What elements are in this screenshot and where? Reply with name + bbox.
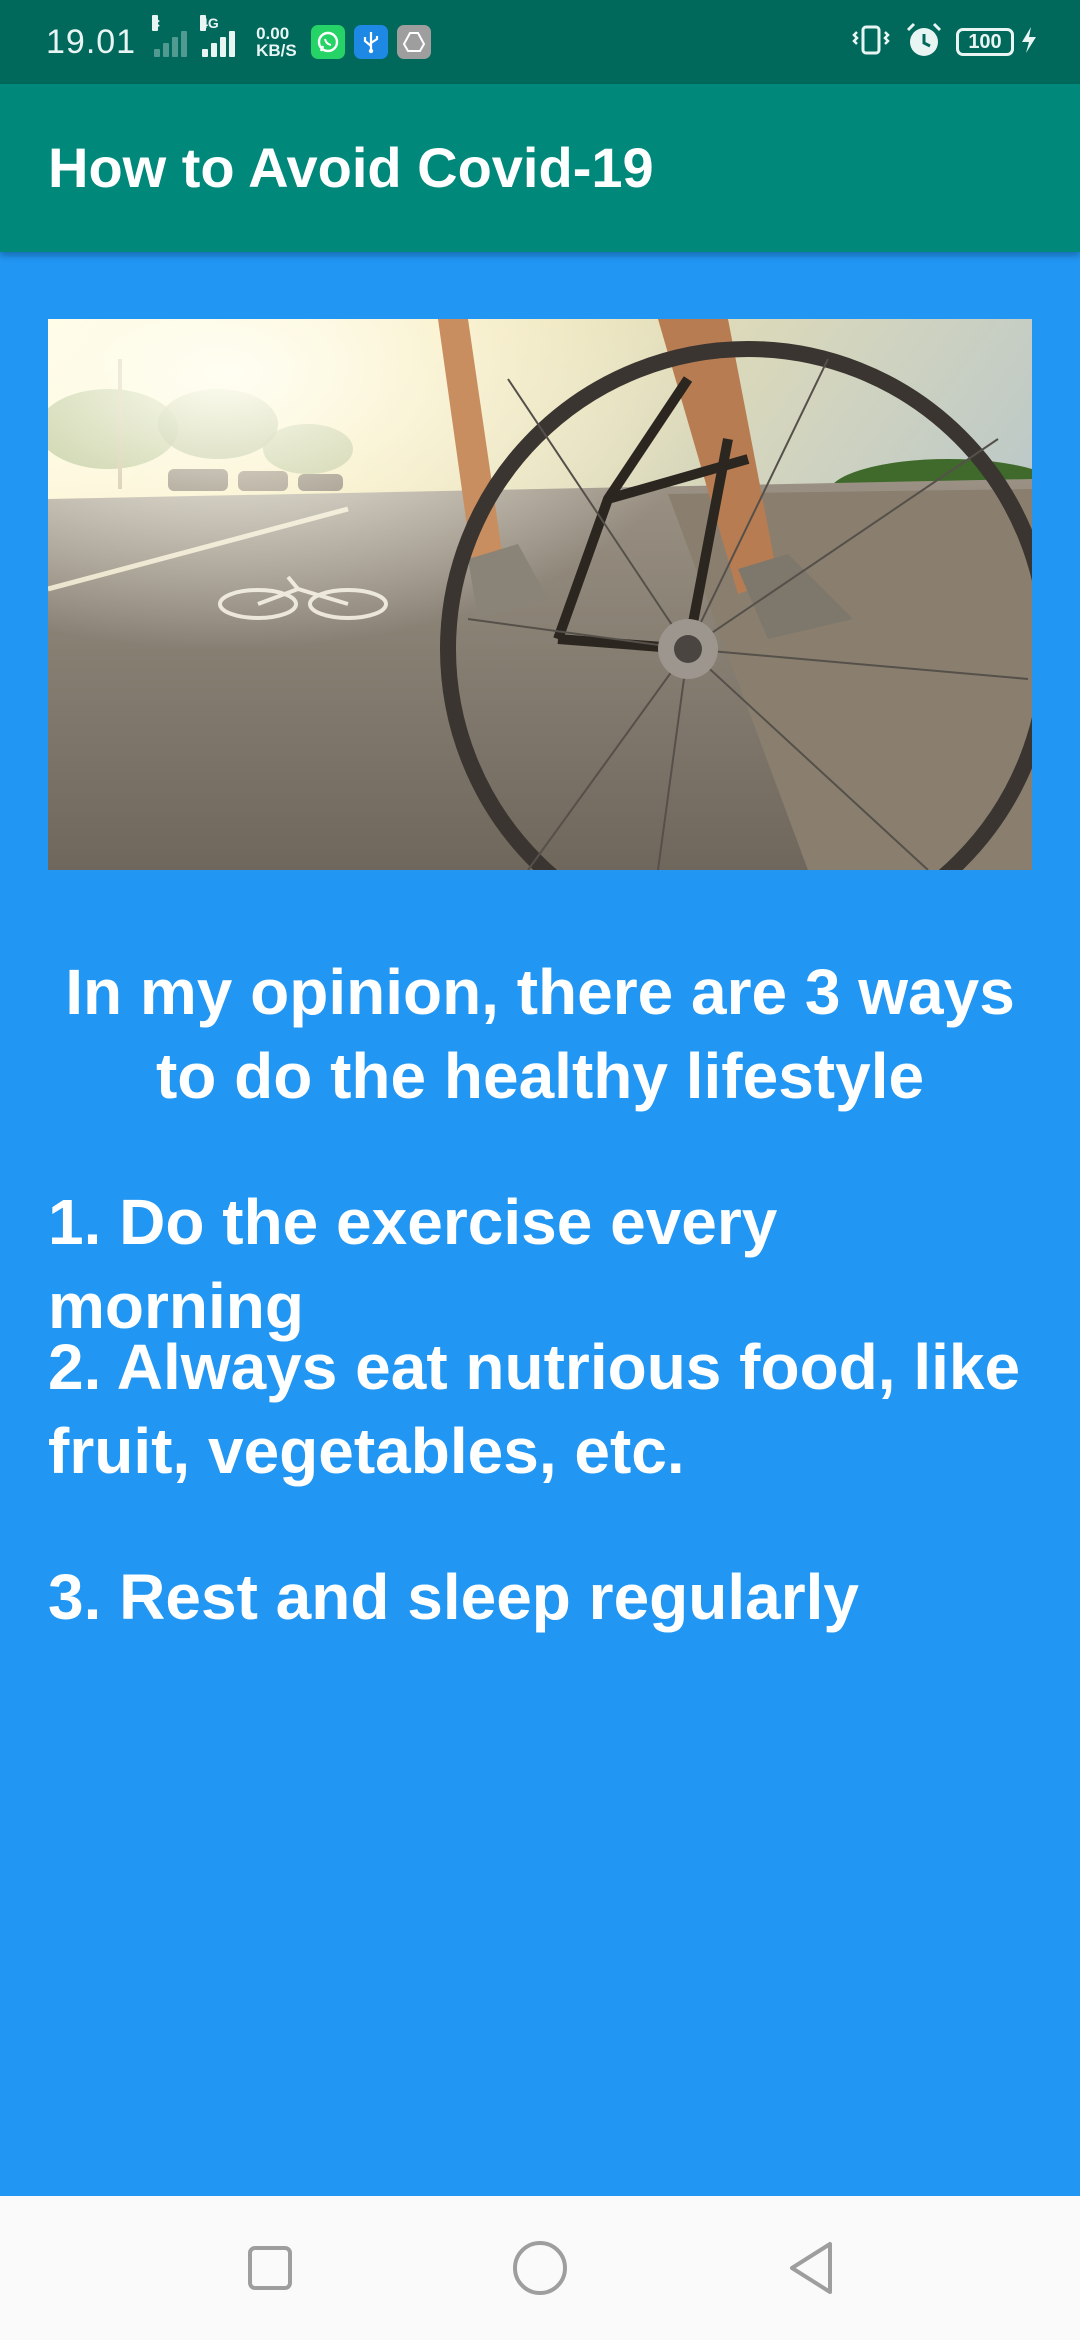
- usb-icon: [353, 25, 388, 59]
- app-bar: How to Avoid Covid-19: [0, 84, 1080, 252]
- page-title: How to Avoid Covid-19: [48, 136, 654, 199]
- network-speed-unit: KB/S: [256, 41, 297, 60]
- recent-apps-button[interactable]: [218, 2216, 322, 2320]
- drive-icon: [396, 25, 431, 59]
- hero-image: [48, 319, 1032, 870]
- tip-item-2: 2. Always eat nutrious food, like fruit,…: [48, 1331, 1021, 1487]
- network-speed-value: 0.00: [256, 24, 290, 43]
- intro-text: In my opinion, there are 3 ways to do th…: [65, 956, 1015, 1112]
- tip-item-3: 3. Rest and sleep regularly: [48, 1561, 859, 1633]
- signal-4g-icon: 4G: [200, 15, 238, 57]
- network-speed: 0.00 KB/S: [256, 25, 297, 59]
- status-bar: 19.01 × 4G 0.00 KB/S 100: [0, 0, 1080, 84]
- back-button[interactable]: [758, 2216, 862, 2320]
- square-icon: [248, 2246, 292, 2290]
- vibrate-icon: [848, 23, 894, 62]
- navigation-bar: [0, 2196, 1080, 2340]
- alarm-icon: [904, 20, 944, 65]
- network-type: 4G: [200, 15, 219, 31]
- status-time: 19.01: [46, 22, 137, 61]
- circle-icon: [513, 2241, 567, 2295]
- battery-icon: 100: [956, 28, 1014, 56]
- home-button[interactable]: [488, 2216, 592, 2320]
- triangle-back-icon: [790, 2242, 832, 2294]
- whatsapp-icon: [310, 25, 345, 59]
- tip-item-1: 1. Do the exercise every morning: [48, 1186, 778, 1342]
- charging-icon: [1020, 26, 1038, 59]
- status-right: 100: [848, 0, 1038, 84]
- signal-icon: ×: [152, 15, 190, 57]
- battery-level: 100: [968, 30, 1002, 53]
- status-left: 19.01 × 4G 0.00 KB/S: [46, 0, 440, 84]
- cyclist-photo: [48, 319, 1032, 870]
